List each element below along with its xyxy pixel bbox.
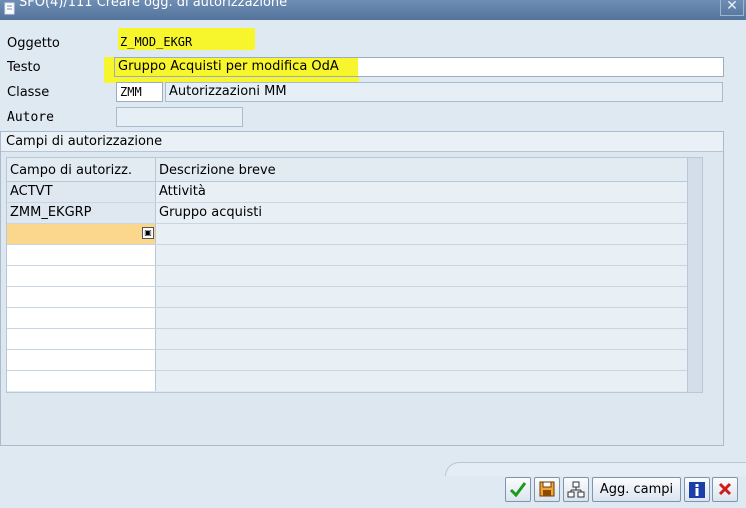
cancel-button[interactable]: [712, 477, 738, 502]
table-row[interactable]: [7, 245, 687, 266]
close-window-button[interactable]: ✕: [720, 0, 744, 16]
hierarchy-button[interactable]: [563, 477, 589, 502]
field-cell[interactable]: [7, 308, 156, 328]
table-header: Campo di autorizz. Descrizione breve: [7, 158, 687, 182]
description-cell: [156, 371, 687, 391]
field-cell[interactable]: ACTVT: [7, 182, 156, 202]
description-cell: Attività: [156, 182, 687, 202]
classe-label: Classe: [7, 85, 50, 100]
field-cell[interactable]: [7, 245, 156, 265]
footer-divider: [445, 462, 746, 476]
table-row[interactable]: [7, 287, 687, 308]
info-icon: [689, 482, 705, 498]
description-cell: [156, 350, 687, 370]
create-icon: [4, 2, 15, 15]
column-header-field[interactable]: Campo di autorizz.: [7, 158, 156, 182]
window-title-bar: SFO(4)/111 Creare ogg. di autorizzazione…: [0, 0, 746, 20]
table-row[interactable]: [7, 350, 687, 371]
autore-label: Autore: [7, 110, 54, 125]
classe-description: Autorizzazioni MM: [165, 82, 723, 102]
description-cell: [156, 224, 687, 244]
field-cell[interactable]: [7, 350, 156, 370]
table-row[interactable]: [7, 266, 687, 287]
hierarchy-icon: [567, 481, 585, 498]
testo-value: Gruppo Acquisti per modifica OdA: [118, 59, 339, 74]
description-cell: Gruppo acquisti: [156, 203, 687, 223]
table-row[interactable]: ACTVT Attività: [7, 182, 687, 203]
auth-fields-table: Campo di autorizz. Descrizione breve ACT…: [6, 157, 703, 393]
table-row[interactable]: ZMM_EKGRP Gruppo acquisti: [7, 203, 687, 224]
table-row[interactable]: [7, 329, 687, 350]
add-fields-button[interactable]: Agg. campi: [592, 477, 681, 502]
table-vertical-scrollbar[interactable]: [687, 158, 702, 392]
testo-label: Testo: [7, 60, 41, 75]
oggetto-field[interactable]: Z_MOD_EKGR: [116, 32, 224, 52]
field-cell-active[interactable]: ▣: [7, 224, 156, 244]
table-row[interactable]: [7, 308, 687, 329]
description-cell: [156, 287, 687, 307]
oggetto-label: Oggetto: [7, 36, 60, 51]
field-cell[interactable]: [7, 329, 156, 349]
description-cell: [156, 329, 687, 349]
save-icon: [539, 481, 555, 497]
confirm-button[interactable]: [505, 477, 531, 502]
window-title: SFO(4)/111 Creare ogg. di autorizzazione: [19, 0, 288, 10]
autore-field: [116, 107, 243, 127]
testo-field-rest: [358, 58, 723, 76]
check-icon: [509, 482, 527, 498]
auth-fields-group-title: Campi di autorizzazione: [1, 132, 723, 152]
classe-field[interactable]: ZMM: [116, 82, 163, 102]
value-help-icon[interactable]: ▣: [142, 227, 154, 239]
table-row[interactable]: ▣: [7, 224, 687, 245]
cancel-icon: [718, 482, 732, 496]
table-row[interactable]: [7, 371, 687, 392]
description-cell: [156, 266, 687, 286]
close-icon: ✕: [726, 0, 738, 14]
field-cell[interactable]: [7, 287, 156, 307]
field-cell[interactable]: ZMM_EKGRP: [7, 203, 156, 223]
info-button[interactable]: [684, 477, 710, 502]
description-cell: [156, 308, 687, 328]
field-cell[interactable]: [7, 371, 156, 391]
description-cell: [156, 245, 687, 265]
field-cell[interactable]: [7, 266, 156, 286]
column-header-description[interactable]: Descrizione breve: [156, 158, 687, 182]
save-button[interactable]: [534, 477, 560, 502]
